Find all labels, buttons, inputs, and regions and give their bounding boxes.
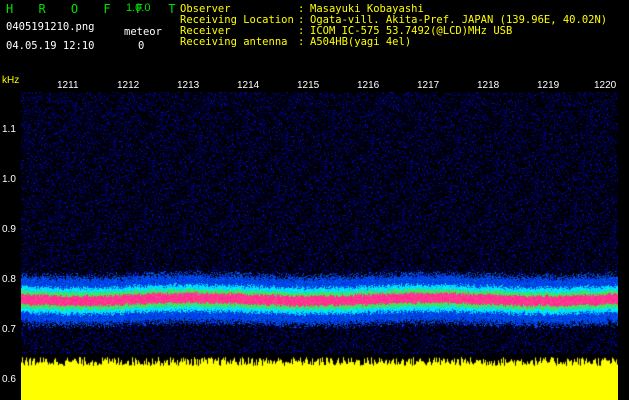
y-tick-label: 0.9: [2, 224, 16, 235]
x-tick-label: 1218: [477, 80, 500, 91]
x-tick-label: 1212: [117, 80, 140, 91]
y-tick-label: 1.0: [2, 174, 16, 185]
spectrogram: [21, 92, 618, 400]
x-tick-label: 1215: [297, 80, 320, 91]
y-axis-unit: kHz: [2, 75, 20, 86]
x-tick-label: 1217: [417, 80, 440, 91]
info-separator: :: [298, 36, 305, 48]
y-tick-label: 0.8: [2, 274, 16, 285]
x-tick-label: 1214: [237, 80, 260, 91]
meteor-label: meteor: [124, 26, 162, 38]
x-tick-label: 1220: [594, 80, 617, 91]
x-tick-label: 1216: [357, 80, 380, 91]
info-value: A504HB(yagi 4el): [310, 36, 412, 48]
info-label: Receiving antenna: [180, 36, 288, 48]
x-tick-label: 1213: [177, 80, 200, 91]
app-version: 1.0.0: [126, 2, 151, 14]
x-tick-label: 1219: [537, 80, 560, 91]
file-datetime: 04.05.19 12:10: [6, 40, 95, 52]
x-tick-label: 1211: [57, 80, 79, 91]
y-tick-label: 0.6: [2, 374, 16, 385]
y-tick-label: 0.7: [2, 324, 16, 335]
station-info: Observer: Masayuki Kobayashi Receiving Lo…: [180, 4, 607, 48]
meteor-count: 0: [138, 40, 145, 52]
info-row-antenna: Receiving antenna: A504HB(yagi 4el): [180, 37, 607, 48]
y-tick-label: 1.1: [2, 124, 16, 135]
app-title: H R O F F T: [6, 2, 185, 16]
file-name: 0405191210.png: [6, 21, 95, 33]
